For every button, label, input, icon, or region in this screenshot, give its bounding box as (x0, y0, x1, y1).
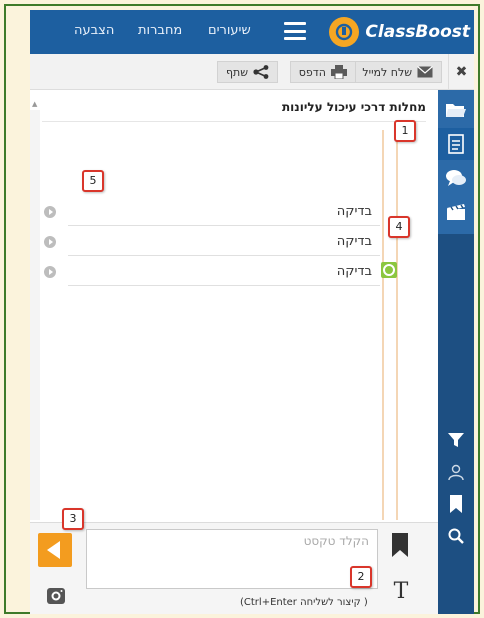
scrollbar[interactable] (30, 110, 40, 520)
document-icon[interactable] (438, 128, 474, 160)
share-button[interactable]: שתף (216, 61, 278, 83)
top-nav: ClassBoost שיעורים מחברות הצבעה (30, 10, 474, 54)
envelope-icon (417, 66, 433, 78)
send-button[interactable] (38, 533, 72, 567)
callout-1: 1 (394, 120, 416, 142)
send-shortcut-hint: ( קיצור לשליחה Ctrl+Enter) (240, 597, 368, 608)
close-icon[interactable]: ✖ (448, 54, 474, 90)
list-item[interactable]: בדיקה (68, 228, 380, 256)
bookmark-icon[interactable] (438, 488, 474, 520)
callout-5: 5 (82, 170, 104, 192)
play-circle-icon[interactable] (44, 206, 56, 218)
user-icon[interactable] (438, 456, 474, 488)
list-item[interactable]: בדיקה (68, 258, 380, 286)
list-item-label: בדיקה (336, 264, 372, 279)
callout-3: 3 (62, 508, 84, 530)
folder-icon[interactable] (438, 94, 474, 126)
guide-line (396, 130, 398, 520)
nav-notebooks[interactable]: מחברות (138, 23, 182, 38)
share-icon (253, 65, 269, 79)
scroll-up-arrow-icon[interactable]: ▲ (32, 100, 37, 108)
text-tool-icon[interactable]: T (386, 579, 416, 609)
list-item-label: בדיקה (336, 234, 372, 249)
printer-icon (331, 65, 347, 79)
callout-2: 2 (350, 566, 372, 588)
play-circle-icon[interactable] (44, 236, 56, 248)
print-button[interactable]: הדפס (289, 61, 356, 83)
share-label: שתף (225, 65, 248, 79)
guide-line (382, 130, 384, 520)
message-input[interactable] (86, 529, 378, 589)
list-item-label: בדיקה (336, 204, 372, 219)
toolbar: ✖ שלח למייל הדפס שתף (30, 54, 474, 90)
clapperboard-icon[interactable] (438, 196, 474, 228)
brand-logo-icon (329, 17, 360, 47)
callout-4: 4 (388, 216, 410, 238)
camera-icon[interactable] (46, 587, 66, 605)
app-window: ClassBoost שיעורים מחברות הצבעה ✖ שלח למ… (30, 10, 474, 614)
list-item[interactable]: בדיקה (68, 198, 380, 226)
nav-voting[interactable]: הצבעה (74, 23, 114, 38)
filter-icon[interactable] (438, 424, 474, 456)
send-email-button[interactable]: שלח למייל (353, 61, 442, 83)
nav-lessons[interactable]: שיעורים (208, 23, 251, 38)
play-circle-icon[interactable] (44, 266, 56, 278)
content-pane: ▲ מחלות דרכי עיכול עליונות בדיקה בדיקה ב… (30, 90, 438, 522)
search-icon[interactable] (438, 520, 474, 552)
brand[interactable]: ClassBoost (329, 16, 470, 48)
bookmark-icon[interactable] (392, 533, 408, 557)
print-label: הדפס (298, 65, 326, 79)
brand-name: ClassBoost (365, 22, 470, 42)
hamburger-menu-icon[interactable] (284, 22, 306, 40)
send-email-label: שלח למייל (362, 65, 412, 79)
active-status-icon (381, 262, 397, 278)
section-title: מחלות דרכי עיכול עליונות (42, 100, 426, 122)
message-composer: ( קיצור לשליחה Ctrl+Enter) T (30, 522, 438, 614)
chat-icon[interactable] (438, 162, 474, 194)
